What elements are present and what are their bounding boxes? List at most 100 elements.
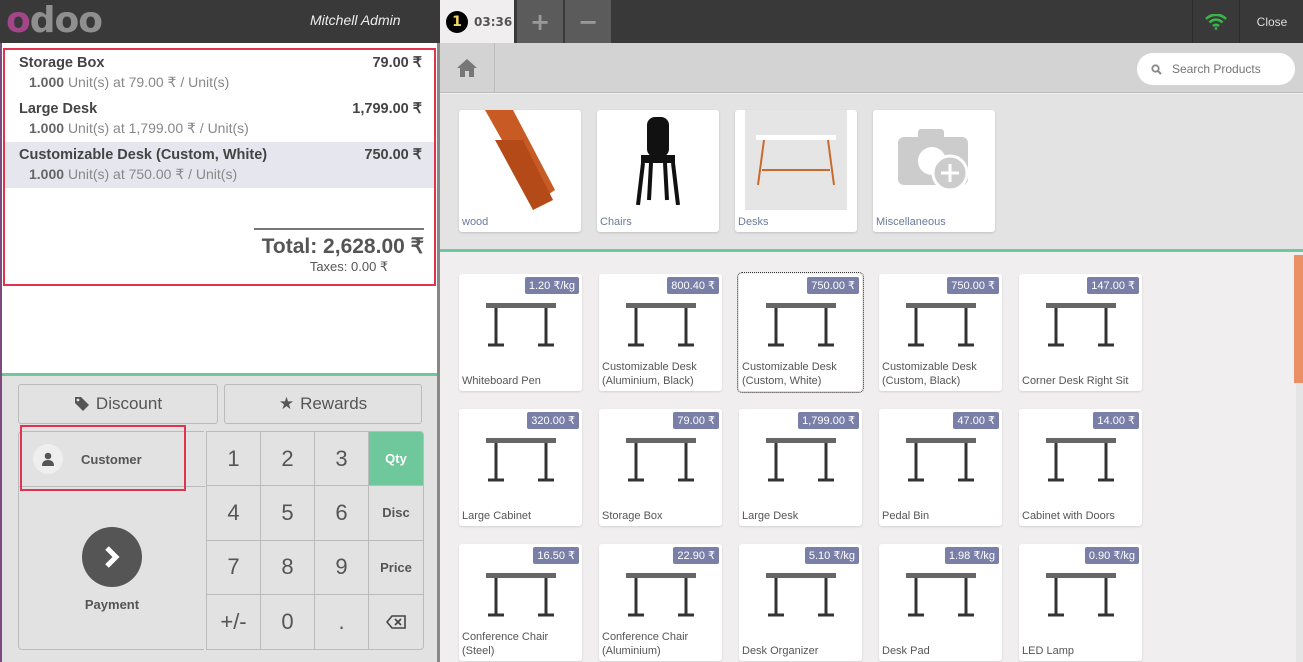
- backspace-button[interactable]: [369, 595, 423, 649]
- product-card[interactable]: 147.00 ₹ Corner Desk Right Sit: [1019, 274, 1142, 391]
- search-icon: [1151, 63, 1162, 75]
- product-card[interactable]: 47.00 ₹ Pedal Bin: [879, 409, 1002, 526]
- user-name[interactable]: Mitchell Admin: [310, 12, 401, 28]
- category-list: wood Chairs Desks Miscellaneous: [440, 94, 1303, 252]
- star-icon: ★: [278, 394, 295, 413]
- home-icon: [457, 59, 477, 77]
- discount-button[interactable]: Discount: [18, 384, 218, 424]
- order-tab[interactable]: 1 03:36: [440, 0, 514, 43]
- numpad-key-6[interactable]: 6: [315, 486, 369, 541]
- product-card[interactable]: 1.20 ₹/kg Whiteboard Pen: [459, 274, 582, 391]
- product-name: Conference Chair (Aluminium): [602, 631, 689, 657]
- product-card[interactable]: 320.00 ₹ Large Cabinet: [459, 409, 582, 526]
- product-price-badge: 750.00 ₹: [947, 277, 999, 294]
- payment-label: Payment: [84, 596, 140, 612]
- line-qty: 1.000: [29, 166, 65, 182]
- numpad-key-2[interactable]: 2: [261, 432, 315, 487]
- mode-disc-button[interactable]: Disc: [369, 486, 423, 541]
- numpad-key-3[interactable]: 3: [315, 432, 369, 487]
- mode-qty-button[interactable]: Qty: [369, 432, 423, 487]
- category-desks[interactable]: Desks: [735, 110, 857, 232]
- close-button[interactable]: Close: [1241, 0, 1303, 43]
- product-name: Whiteboard Pen: [462, 375, 541, 387]
- numpad-key-0[interactable]: 0: [261, 594, 315, 649]
- order-line[interactable]: Storage Box 79.00 ₹ 1.000 Unit(s) at 79.0…: [5, 50, 434, 96]
- product-name: Customizable Desk (Custom, Black): [882, 361, 977, 387]
- line-detail: Unit(s) at 1,799.00 ₹ / Unit(s): [67, 120, 249, 136]
- product-name: LED Lamp: [1022, 645, 1074, 657]
- product-price-badge: 22.90 ₹: [673, 547, 719, 564]
- order-pane: Storage Box 79.00 ₹ 1.000 Unit(s) at 79.0…: [0, 43, 440, 662]
- product-card[interactable]: 79.00 ₹ Storage Box: [599, 409, 722, 526]
- wifi-icon: [1205, 13, 1227, 30]
- numpad-key-7[interactable]: 7: [207, 540, 261, 595]
- remove-order-button[interactable]: −: [565, 0, 611, 43]
- numpad-key-plus-minus[interactable]: +/-: [207, 594, 261, 649]
- product-card[interactable]: 1,799.00 ₹ Large Desk: [739, 409, 862, 526]
- line-product-name: Customizable Desk (Custom, White): [19, 147, 268, 163]
- chevron-right-icon: [105, 545, 120, 568]
- product-card[interactable]: 16.50 ₹ Conference Chair (Steel): [459, 544, 582, 661]
- connection-status[interactable]: [1192, 0, 1240, 43]
- product-card[interactable]: 5.10 ₹/kg Desk Organizer: [739, 544, 862, 661]
- action-pad: Customer Payment: [18, 431, 205, 650]
- line-product-name: Storage Box: [19, 55, 105, 71]
- desk-image: [745, 110, 847, 210]
- line-price: 750.00 ₹: [364, 147, 422, 163]
- search-input[interactable]: [1172, 62, 1282, 76]
- numpad-key-9[interactable]: 9: [315, 540, 369, 595]
- customer-button[interactable]: Customer: [19, 432, 205, 487]
- product-name: Large Cabinet: [462, 510, 532, 522]
- product-name: Desk Organizer: [742, 645, 819, 657]
- product-price-badge: 1.20 ₹/kg: [524, 277, 579, 294]
- product-card[interactable]: 1.98 ₹/kg Desk Pad: [879, 544, 1002, 661]
- numpad-key-dot[interactable]: .: [315, 594, 369, 649]
- numpad-key-4[interactable]: 4: [207, 486, 261, 541]
- product-price-badge: 16.50 ₹: [533, 547, 579, 564]
- add-order-button[interactable]: +: [517, 0, 563, 43]
- order-line-selected[interactable]: Customizable Desk (Custom, White) 750.00 …: [5, 142, 434, 188]
- category-miscellaneous[interactable]: Miscellaneous: [873, 110, 995, 232]
- payment-button[interactable]: Payment: [19, 488, 205, 650]
- line-price: 79.00 ₹: [372, 55, 422, 71]
- product-card[interactable]: 0.90 ₹/kg LED Lamp: [1019, 544, 1142, 661]
- category-wood[interactable]: wood: [459, 110, 581, 232]
- search-box[interactable]: [1137, 53, 1295, 85]
- rewards-button[interactable]: ★ Rewards: [224, 384, 422, 424]
- avatar: [33, 444, 63, 474]
- line-qty: 1.000: [29, 74, 65, 90]
- line-product-name: Large Desk: [19, 101, 98, 117]
- order-summary: Total: 2,628.00 ₹ Taxes: 0.00 ₹: [254, 228, 424, 275]
- control-pane: Discount ★ Rewards Customer Payment 1 2: [2, 373, 437, 662]
- discount-label: Discount: [95, 394, 163, 413]
- numpad: 1 2 3 Qty 4 5 6 Disc 7 8 9 Price +/- 0 .: [206, 431, 424, 650]
- product-price-badge: 1.98 ₹/kg: [944, 547, 999, 564]
- numpad-key-1[interactable]: 1: [207, 432, 261, 487]
- scrollbar-thumb[interactable]: [1294, 255, 1303, 383]
- odoo-logo: o d o o: [6, 0, 103, 41]
- numpad-key-5[interactable]: 5: [261, 486, 315, 541]
- numpad-key-8[interactable]: 8: [261, 540, 315, 595]
- product-screen: wood Chairs Desks Miscellaneous 1.20 ₹/k…: [440, 43, 1303, 662]
- tag-icon: [74, 397, 89, 411]
- scrollbar-track[interactable]: [1296, 383, 1303, 662]
- category-label: Miscellaneous: [876, 216, 946, 228]
- product-card[interactable]: 22.90 ₹ Conference Chair (Aluminium): [599, 544, 722, 661]
- top-bar: o d o o Mitchell Admin 1 03:36 + − Close: [0, 0, 1303, 43]
- customer-label: Customer: [81, 451, 142, 467]
- product-name: Storage Box: [602, 510, 663, 522]
- product-card[interactable]: 750.00 ₹ Customizable Desk (Custom, White…: [737, 272, 864, 393]
- camera-placeholder-image: [883, 110, 985, 210]
- product-card[interactable]: 800.40 ₹ Customizable Desk (Aluminium, Bl…: [599, 274, 722, 391]
- category-chairs[interactable]: Chairs: [597, 110, 719, 232]
- product-card[interactable]: 14.00 ₹ Cabinet with Doors: [1019, 409, 1142, 526]
- product-card[interactable]: 750.00 ₹ Customizable Desk (Custom, Black…: [879, 274, 1002, 391]
- product-price-badge: 147.00 ₹: [1087, 277, 1139, 294]
- category-label: wood: [462, 216, 489, 228]
- home-button[interactable]: [440, 43, 495, 93]
- line-detail: Unit(s) at 750.00 ₹ / Unit(s): [67, 166, 238, 182]
- order-line[interactable]: Large Desk 1,799.00 ₹ 1.000 Unit(s) at 1,…: [5, 96, 434, 142]
- product-price-badge: 0.90 ₹/kg: [1084, 547, 1139, 564]
- logo-letter: d: [29, 0, 56, 41]
- mode-price-button[interactable]: Price: [369, 541, 423, 595]
